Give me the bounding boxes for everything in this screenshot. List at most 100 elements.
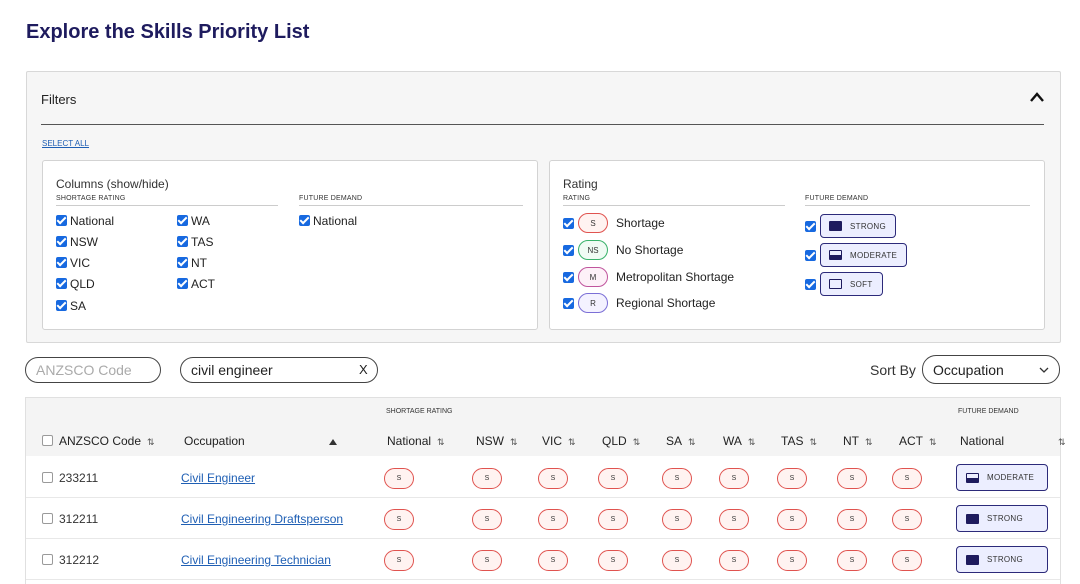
rating-badge-wa: S: [719, 550, 749, 571]
table-row: 233211 Civil Engineer S S S S S S S S S …: [26, 457, 1060, 498]
rating-future-demand-label: FUTURE DEMAND: [805, 195, 869, 202]
row-checkbox[interactable]: [42, 513, 53, 524]
checkbox-checked-icon[interactable]: [563, 217, 574, 229]
rating-badge-sa: S: [662, 468, 692, 489]
occupation-search-input[interactable]: [180, 357, 378, 383]
checkbox-checked-icon[interactable]: [805, 278, 816, 290]
future-demand-badge: STRONG: [956, 546, 1048, 573]
select-all-rows-checkbox[interactable]: [42, 435, 53, 446]
occupation-link[interactable]: Civil Engineering Draftsperson: [181, 512, 343, 526]
sort-ascending-icon[interactable]: [329, 439, 337, 445]
header-sa[interactable]: SA ⇅: [666, 434, 696, 448]
rating-filter-box: Rating RATING FUTURE DEMAND S Shortage N…: [549, 160, 1045, 330]
header-qld[interactable]: QLD ⇅: [602, 434, 640, 448]
future-demand-filter-soft[interactable]: SOFT: [805, 272, 883, 296]
rating-filter-no-shortage[interactable]: NS No Shortage: [563, 239, 683, 261]
sort-by-select[interactable]: Occupation: [922, 355, 1060, 384]
rating-badge-wa: S: [719, 468, 749, 489]
checkbox-checked-icon[interactable]: [177, 257, 188, 268]
chevron-down-icon: [1039, 367, 1049, 373]
header-act[interactable]: ACT ⇅: [899, 434, 937, 448]
header-national[interactable]: National ⇅: [387, 434, 445, 448]
future-demand-filter-moderate[interactable]: MODERATE: [805, 243, 908, 267]
future-demand-badge: MODERATE: [956, 464, 1048, 491]
header-anzsco[interactable]: ANZSCO Code ⇅: [42, 434, 155, 448]
sort-icon: ⇅: [632, 437, 641, 447]
header-occupation[interactable]: Occupation: [184, 434, 245, 448]
rating-filter-regional[interactable]: R Regional Shortage: [563, 292, 715, 314]
rating-badge-vic: S: [538, 468, 568, 489]
rating-title: Rating: [563, 177, 598, 191]
rating-filter-shortage[interactable]: S Shortage: [563, 212, 665, 234]
future-demand-label: FUTURE DEMAND: [299, 195, 363, 202]
rating-badge-nt: S: [837, 509, 867, 530]
table-header: SHORTAGE RATING FUTURE DEMAND ANZSCO Cod…: [26, 398, 1066, 456]
regional-shortage-badge: R: [578, 293, 608, 313]
sort-icon: ⇅: [437, 437, 445, 447]
sort-icon: ⇅: [747, 437, 756, 447]
checkbox-checked-icon[interactable]: [56, 278, 67, 289]
table-row: 312212 Civil Engineering Technician S S …: [26, 539, 1060, 580]
rating-badge-nt: S: [837, 550, 867, 571]
column-toggle-vic[interactable]: VIC: [56, 256, 90, 270]
rating-filter-metropolitan[interactable]: M Metropolitan Shortage: [563, 266, 734, 288]
checkbox-checked-icon[interactable]: [177, 278, 188, 289]
sort-icon: ⇅: [865, 437, 873, 447]
checkbox-checked-icon[interactable]: [299, 215, 310, 226]
row-checkbox[interactable]: [42, 554, 53, 565]
table-row: 312211 Civil Engineering Draftsperson S …: [26, 498, 1060, 539]
column-toggle-national[interactable]: National: [56, 214, 114, 228]
rating-badge-tas: S: [777, 550, 807, 571]
column-toggle-act[interactable]: ACT: [177, 277, 215, 291]
column-toggle-wa[interactable]: WA: [177, 214, 210, 228]
chevron-up-icon[interactable]: [1028, 90, 1046, 104]
rating-badge-sa: S: [662, 550, 692, 571]
checkbox-checked-icon[interactable]: [805, 249, 816, 261]
checkbox-checked-icon[interactable]: [805, 220, 816, 232]
rating-badge-act: S: [892, 509, 922, 530]
rating-badge-qld: S: [598, 550, 628, 571]
row-anzsco-code: 233211: [42, 471, 98, 485]
rating-badge-act: S: [892, 468, 922, 489]
checkbox-checked-icon[interactable]: [56, 257, 67, 268]
shortage-rating-label: SHORTAGE RATING: [56, 195, 126, 202]
anzsco-search-input[interactable]: [25, 357, 161, 383]
header-wa[interactable]: WA ⇅: [723, 434, 755, 448]
header-nt[interactable]: NT ⇅: [843, 434, 873, 448]
checkbox-checked-icon[interactable]: [177, 215, 188, 226]
column-toggle-nsw[interactable]: NSW: [56, 235, 98, 249]
rating-badge-act: S: [892, 550, 922, 571]
rating-badge-vic: S: [538, 550, 568, 571]
occupation-link[interactable]: Civil Engineering Technician: [181, 553, 331, 567]
checkbox-checked-icon[interactable]: [56, 300, 67, 311]
column-toggle-nt[interactable]: NT: [177, 256, 207, 270]
column-toggle-qld[interactable]: QLD: [56, 277, 95, 291]
sort-by-label: Sort By: [870, 362, 916, 378]
checkbox-checked-icon[interactable]: [563, 297, 574, 309]
clear-search-button[interactable]: X: [359, 362, 368, 377]
header-vic[interactable]: VIC ⇅: [542, 434, 576, 448]
sort-icon: ⇅: [688, 437, 696, 447]
metropolitan-shortage-badge: M: [578, 267, 608, 287]
filters-header[interactable]: Filters: [41, 92, 76, 107]
select-all-link[interactable]: SELECT ALL: [42, 139, 89, 148]
header-nsw[interactable]: NSW ⇅: [476, 434, 518, 448]
checkbox-checked-icon[interactable]: [56, 215, 67, 226]
row-checkbox[interactable]: [42, 472, 53, 483]
column-toggle-tas[interactable]: TAS: [177, 235, 213, 249]
header-tas[interactable]: TAS ⇅: [781, 434, 817, 448]
future-demand-filter-strong[interactable]: STRONG: [805, 214, 897, 238]
sort-icon: ⇅: [147, 437, 155, 447]
checkbox-checked-icon[interactable]: [563, 271, 574, 283]
header-future-national[interactable]: National ⇅: [960, 434, 1066, 448]
column-toggle-future-national[interactable]: National: [299, 214, 357, 228]
occupation-link[interactable]: Civil Engineer: [181, 471, 255, 485]
column-toggle-sa[interactable]: SA: [56, 299, 86, 313]
checkbox-checked-icon[interactable]: [563, 244, 574, 256]
strong-demand-icon: [966, 554, 979, 565]
rating-badge-vic: S: [538, 509, 568, 530]
checkbox-checked-icon[interactable]: [56, 236, 67, 247]
checkbox-checked-icon[interactable]: [177, 236, 188, 247]
future-demand-badge: STRONG: [956, 505, 1048, 532]
rating-future-demand-divider: [805, 205, 1030, 206]
